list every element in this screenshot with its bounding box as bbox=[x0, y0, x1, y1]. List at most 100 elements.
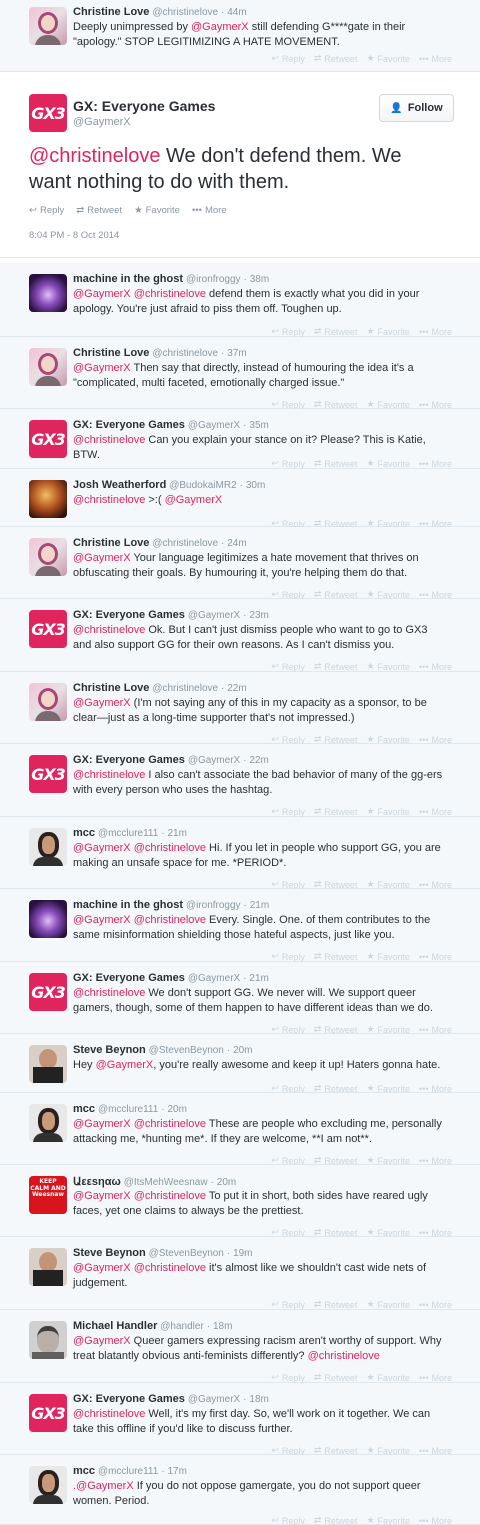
retweet-button[interactable]: ⇄ Retweet bbox=[314, 1515, 358, 1525]
favorite-button[interactable]: ★ Favorite bbox=[366, 1515, 410, 1525]
favorite-button[interactable]: ★ Favorite bbox=[366, 53, 410, 64]
reply-tweet[interactable]: Josh Weatherford @BudokaiMR2 · 30m @chri… bbox=[0, 469, 480, 529]
timestamp[interactable]: 24m bbox=[227, 538, 246, 549]
reply-button[interactable]: ↩ Reply bbox=[271, 1299, 305, 1310]
avatar[interactable]: GX3 bbox=[29, 94, 67, 132]
user-handle[interactable]: @GaymerX bbox=[188, 973, 240, 984]
user-handle[interactable]: @ironfroggy bbox=[186, 274, 241, 285]
timestamp[interactable]: 21m bbox=[250, 900, 269, 911]
mention-link[interactable]: @GaymerX bbox=[73, 1335, 131, 1347]
mention-link[interactable]: @christinelove bbox=[73, 434, 145, 446]
avatar[interactable]: GX3 bbox=[29, 420, 67, 458]
user-handle[interactable]: @GaymerX bbox=[188, 610, 240, 621]
reply-button[interactable]: ↩ Reply bbox=[271, 326, 305, 337]
mention-link[interactable]: @christinelove bbox=[134, 1262, 206, 1274]
reply-tweet[interactable]: GX3 GX: Everyone Games @GaymerX · 35m @c… bbox=[0, 409, 480, 469]
mention-link[interactable]: @GaymerX bbox=[73, 1190, 131, 1202]
mention-link[interactable]: @GaymerX bbox=[73, 842, 131, 854]
timestamp[interactable]: 44m bbox=[227, 7, 246, 18]
mention-link[interactable]: @christinelove bbox=[134, 1118, 206, 1130]
tweet-date[interactable]: 8:04 PM - 8 Oct 2014 bbox=[29, 230, 119, 241]
mention-link[interactable]: @christinelove bbox=[134, 1190, 206, 1202]
mention-link[interactable]: @GaymerX bbox=[73, 914, 131, 926]
timestamp[interactable]: 18m bbox=[249, 1394, 268, 1405]
timestamp[interactable]: 17m bbox=[168, 1466, 187, 1477]
avatar[interactable] bbox=[29, 1321, 67, 1359]
mention-link[interactable]: @christinelove bbox=[29, 145, 160, 167]
user-name[interactable]: Steve Beynon bbox=[73, 1044, 146, 1056]
retweet-button[interactable]: ⇄ Retweet bbox=[76, 205, 122, 216]
user-name[interactable]: mcc bbox=[73, 1465, 95, 1477]
avatar[interactable]: GX3 bbox=[29, 973, 67, 1011]
user-handle[interactable]: @GaymerX bbox=[188, 755, 240, 766]
avatar[interactable] bbox=[29, 348, 67, 386]
reply-tweet[interactable]: Christine Love @christinelove · 22m @Gay… bbox=[0, 672, 480, 745]
more-button[interactable]: ••• More bbox=[419, 326, 452, 337]
user-name[interactable]: Christine Love bbox=[73, 537, 149, 549]
timestamp[interactable]: 23m bbox=[249, 610, 268, 621]
avatar[interactable] bbox=[29, 1466, 67, 1504]
user-name[interactable]: Christine Love bbox=[73, 6, 149, 18]
avatar[interactable] bbox=[29, 900, 67, 938]
mention-link[interactable]: .@GaymerX bbox=[73, 1480, 134, 1492]
reply-button[interactable]: ↩ Reply bbox=[271, 1515, 305, 1525]
mention-link[interactable]: @christinelove bbox=[73, 494, 145, 506]
tweet-top[interactable]: Christine Love @christinelove · 44m Deep… bbox=[0, 0, 480, 72]
avatar[interactable] bbox=[29, 538, 67, 576]
timestamp[interactable]: 20m bbox=[168, 1104, 187, 1115]
user-handle[interactable]: @christinelove bbox=[152, 7, 218, 18]
user-name[interactable]: Josh Weatherford bbox=[73, 479, 166, 491]
timestamp[interactable]: 18m bbox=[213, 1321, 232, 1332]
user-name[interactable]: GX: Everyone Games bbox=[73, 98, 215, 114]
user-handle[interactable]: @GaymerX bbox=[188, 420, 240, 431]
avatar[interactable] bbox=[29, 1104, 67, 1142]
timestamp[interactable]: 22m bbox=[249, 755, 268, 766]
mention-link[interactable]: @christinelove bbox=[134, 288, 206, 300]
timestamp[interactable]: 30m bbox=[246, 480, 265, 491]
user-name[interactable]: GX: Everyone Games bbox=[73, 609, 185, 621]
avatar[interactable]: GX3 bbox=[29, 755, 67, 793]
reply-tweet[interactable]: Christine Love @christinelove · 37m @Gay… bbox=[0, 337, 480, 410]
user-name[interactable]: GX: Everyone Games bbox=[73, 754, 185, 766]
reply-tweet[interactable]: Steve Beynon @StevenBeynon · 19m @Gaymer… bbox=[0, 1237, 480, 1310]
user-name[interactable]: machine in the ghost bbox=[73, 273, 183, 285]
user-handle[interactable]: @BudokaiMR2 bbox=[169, 480, 236, 491]
reply-button[interactable]: ↩ Reply bbox=[271, 806, 305, 817]
reply-tweet[interactable]: KEEP CALM AND Weesnaw Աεεsηαω @ItsMehWee… bbox=[0, 1165, 480, 1238]
favorite-button[interactable]: ★ Favorite bbox=[366, 1372, 410, 1383]
reply-button[interactable]: ↩ Reply bbox=[271, 661, 305, 672]
favorite-button[interactable]: ★ Favorite bbox=[366, 1299, 410, 1310]
favorite-button[interactable]: ★ Favorite bbox=[366, 951, 410, 962]
mention-link[interactable]: @christinelove bbox=[73, 769, 145, 781]
user-handle[interactable]: @christinelove bbox=[152, 538, 218, 549]
user-handle[interactable]: @mcclure111 bbox=[98, 1466, 158, 1477]
user-name[interactable]: mcc bbox=[73, 1103, 95, 1115]
follow-button[interactable]: 👤 Follow bbox=[379, 94, 454, 122]
retweet-button[interactable]: ⇄ Retweet bbox=[314, 326, 358, 337]
timestamp[interactable]: 20m bbox=[217, 1177, 236, 1188]
more-button[interactable]: ••• More bbox=[419, 1299, 452, 1310]
user-handle[interactable]: @mcclure111 bbox=[98, 1104, 158, 1115]
avatar[interactable] bbox=[29, 683, 67, 721]
user-handle[interactable]: @handler bbox=[160, 1321, 204, 1332]
mention-link[interactable]: @GaymerX bbox=[73, 1118, 131, 1130]
favorite-button[interactable]: ★ Favorite bbox=[366, 661, 410, 672]
reply-tweet[interactable]: Steve Beynon @StevenBeynon · 20m Hey @Ga… bbox=[0, 1034, 480, 1094]
avatar[interactable]: GX3 bbox=[29, 610, 67, 648]
avatar[interactable] bbox=[29, 7, 67, 45]
reply-button[interactable]: ↩ Reply bbox=[271, 1372, 305, 1383]
user-name[interactable]: Michael Handler bbox=[73, 1320, 157, 1332]
user-handle[interactable]: @mcclure111 bbox=[98, 828, 158, 839]
more-button[interactable]: ••• More bbox=[419, 806, 452, 817]
mention-link[interactable]: @GaymerX bbox=[73, 288, 131, 300]
user-name[interactable]: Աεεsηαω bbox=[73, 1176, 121, 1188]
reply-tweet[interactable]: machine in the ghost @ironfroggy · 38m @… bbox=[0, 263, 480, 337]
retweet-button[interactable]: ⇄ Retweet bbox=[314, 806, 358, 817]
user-name[interactable]: GX: Everyone Games bbox=[73, 972, 185, 984]
mention-link[interactable]: @GaymerX bbox=[73, 362, 131, 374]
reply-tweet[interactable]: GX3 GX: Everyone Games @GaymerX · 22m @c… bbox=[0, 744, 480, 817]
reply-tweet[interactable]: mcc @mcclure111 · 21m @GaymerX @christin… bbox=[0, 817, 480, 890]
reply-button[interactable]: ↩ Reply bbox=[271, 951, 305, 962]
timestamp[interactable]: 35m bbox=[249, 420, 268, 431]
user-handle[interactable]: @christinelove bbox=[152, 348, 218, 359]
